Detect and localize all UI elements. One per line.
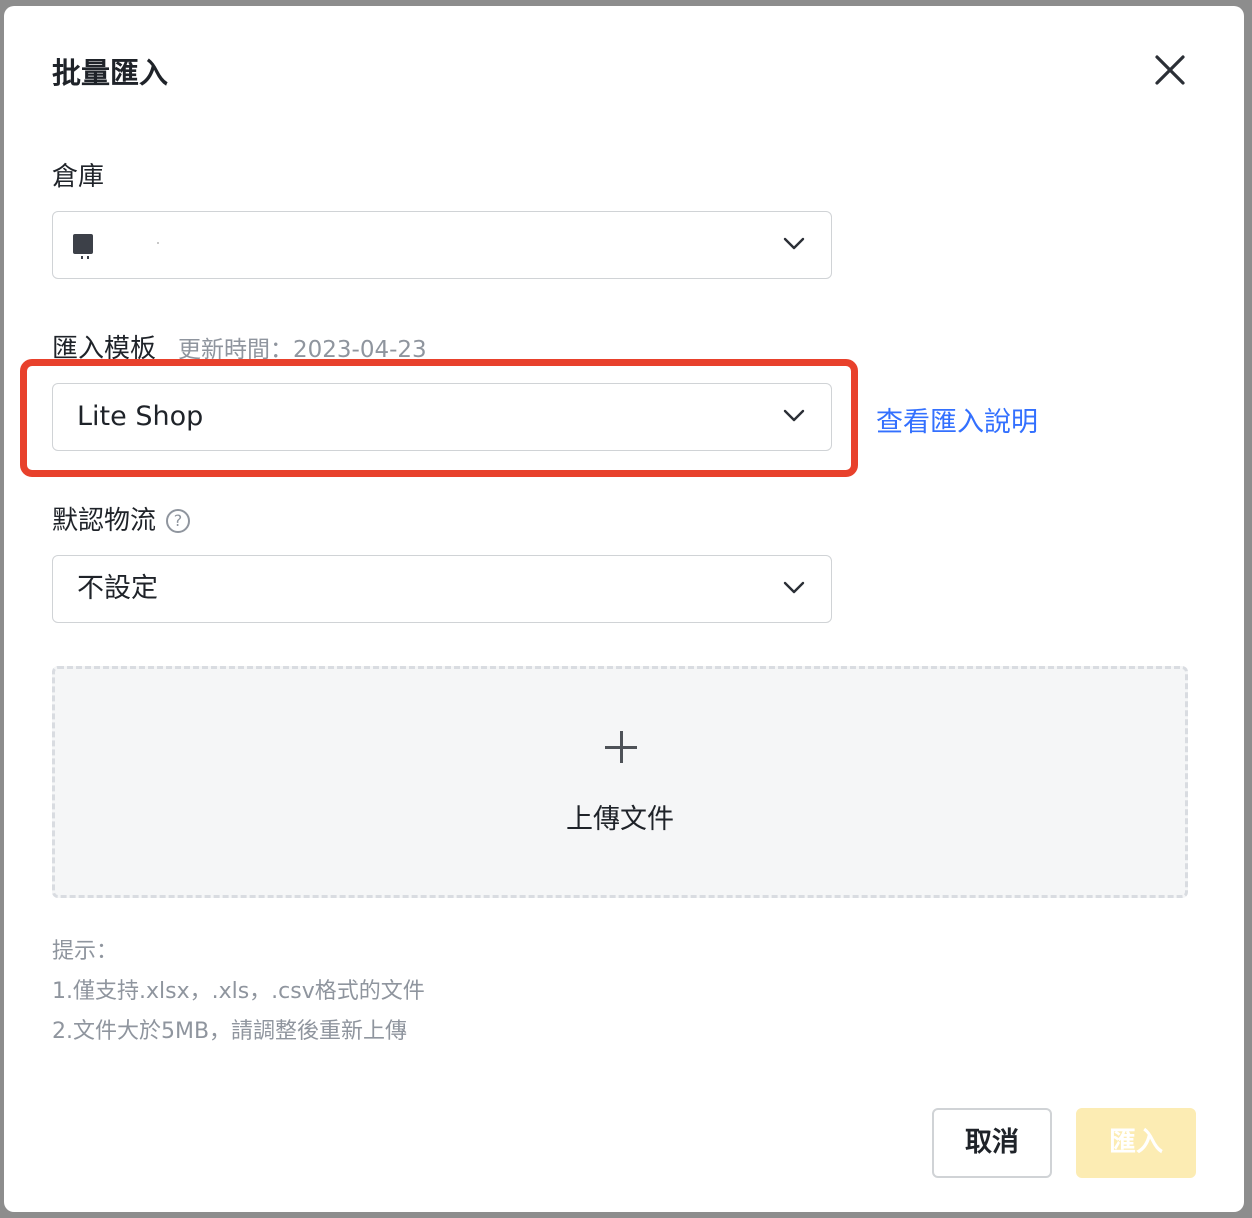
plus-icon	[605, 731, 637, 763]
warehouse-masked-value	[73, 234, 93, 254]
batch-import-dialog: 批量匯入 倉庫 匯入模板 更新時間：2023-04-23 Lite Shop 查看…	[4, 6, 1244, 1212]
logistics-label-row: 默認物流?	[52, 500, 191, 537]
chevron-down-icon	[783, 409, 805, 422]
template-updated-time: 更新時間：2023-04-23	[178, 337, 427, 363]
tips: 提示： 1.僅支持.xlsx，.xls，.csv格式的文件 2.文件大於5MB，…	[52, 932, 425, 1052]
logistics-select[interactable]: 不設定	[52, 555, 832, 623]
tips-title: 提示：	[52, 939, 119, 964]
import-button[interactable]: 匯入	[1076, 1108, 1196, 1178]
chevron-down-icon	[783, 581, 805, 594]
template-label: 匯入模板	[52, 334, 157, 364]
template-value: Lite Shop	[77, 401, 204, 432]
tips-line-1: 1.僅支持.xlsx，.xls，.csv格式的文件	[52, 979, 425, 1004]
tips-line-2: 2.文件大於5MB，請調整後重新上傳	[52, 1019, 408, 1044]
template-select[interactable]: Lite Shop	[52, 383, 832, 451]
close-button[interactable]	[1150, 50, 1190, 90]
chevron-down-icon	[783, 237, 805, 250]
warehouse-masked-speck	[157, 242, 159, 244]
warehouse-select[interactable]	[52, 211, 832, 279]
view-import-instructions-link[interactable]: 查看匯入說明	[876, 400, 1038, 439]
upload-dropzone[interactable]: 上傳文件	[52, 666, 1188, 898]
warehouse-label: 倉庫	[52, 162, 105, 192]
cancel-button[interactable]: 取消	[932, 1108, 1052, 1178]
logistics-value: 不設定	[77, 573, 158, 604]
close-icon	[1155, 55, 1185, 85]
template-label-row: 匯入模板 更新時間：2023-04-23	[52, 328, 427, 365]
question-icon[interactable]: ?	[166, 509, 191, 533]
warehouse-masked-dots	[81, 256, 89, 259]
logistics-label: 默認物流	[52, 506, 157, 536]
upload-label: 上傳文件	[566, 804, 674, 835]
dialog-title: 批量匯入	[52, 56, 169, 90]
